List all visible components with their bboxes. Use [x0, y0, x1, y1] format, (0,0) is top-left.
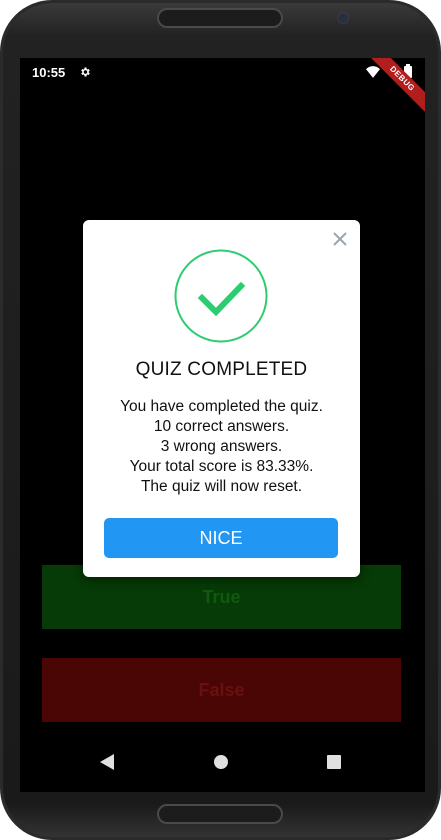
- quiz-completed-dialog: QUIZ COMPLETED You have completed the qu…: [83, 220, 360, 577]
- top-speaker: [157, 8, 283, 28]
- phone-frame: 10:55 DEBUG Som c to True False: [0, 0, 441, 840]
- nice-button[interactable]: NICE: [104, 518, 338, 558]
- home-circle-icon[interactable]: [214, 755, 228, 769]
- dialog-message-line: 10 correct answers.: [153, 418, 290, 435]
- status-bar: 10:55 DEBUG: [20, 58, 425, 116]
- dialog-message-line: The quiz will now reset.: [140, 478, 303, 495]
- navigation-bar: [20, 738, 425, 792]
- screen: 10:55 DEBUG Som c to True False: [20, 58, 425, 792]
- dialog-message: You have completed the quiz. 10 correct …: [83, 397, 360, 497]
- check-circle-icon: [174, 249, 268, 343]
- true-button-label: True: [202, 586, 241, 607]
- dialog-message-line: You have completed the quiz.: [120, 398, 323, 415]
- dialog-title: QUIZ COMPLETED: [135, 359, 308, 380]
- wifi-icon: [366, 66, 380, 78]
- false-button-label: False: [198, 679, 245, 700]
- gear-icon: [81, 67, 90, 77]
- dialog-message-line: Your total score is 83.33%.: [129, 458, 314, 475]
- close-icon[interactable]: [332, 231, 348, 247]
- back-triangle-icon[interactable]: [100, 754, 114, 770]
- nice-button-label: NICE: [199, 527, 243, 548]
- dialog-message-line: 3 wrong answers.: [160, 438, 283, 455]
- false-button[interactable]: False: [42, 658, 401, 722]
- front-camera: [338, 13, 348, 23]
- recents-square-icon[interactable]: [327, 755, 341, 769]
- status-time: 10:55: [32, 65, 66, 80]
- bottom-speaker: [157, 804, 283, 824]
